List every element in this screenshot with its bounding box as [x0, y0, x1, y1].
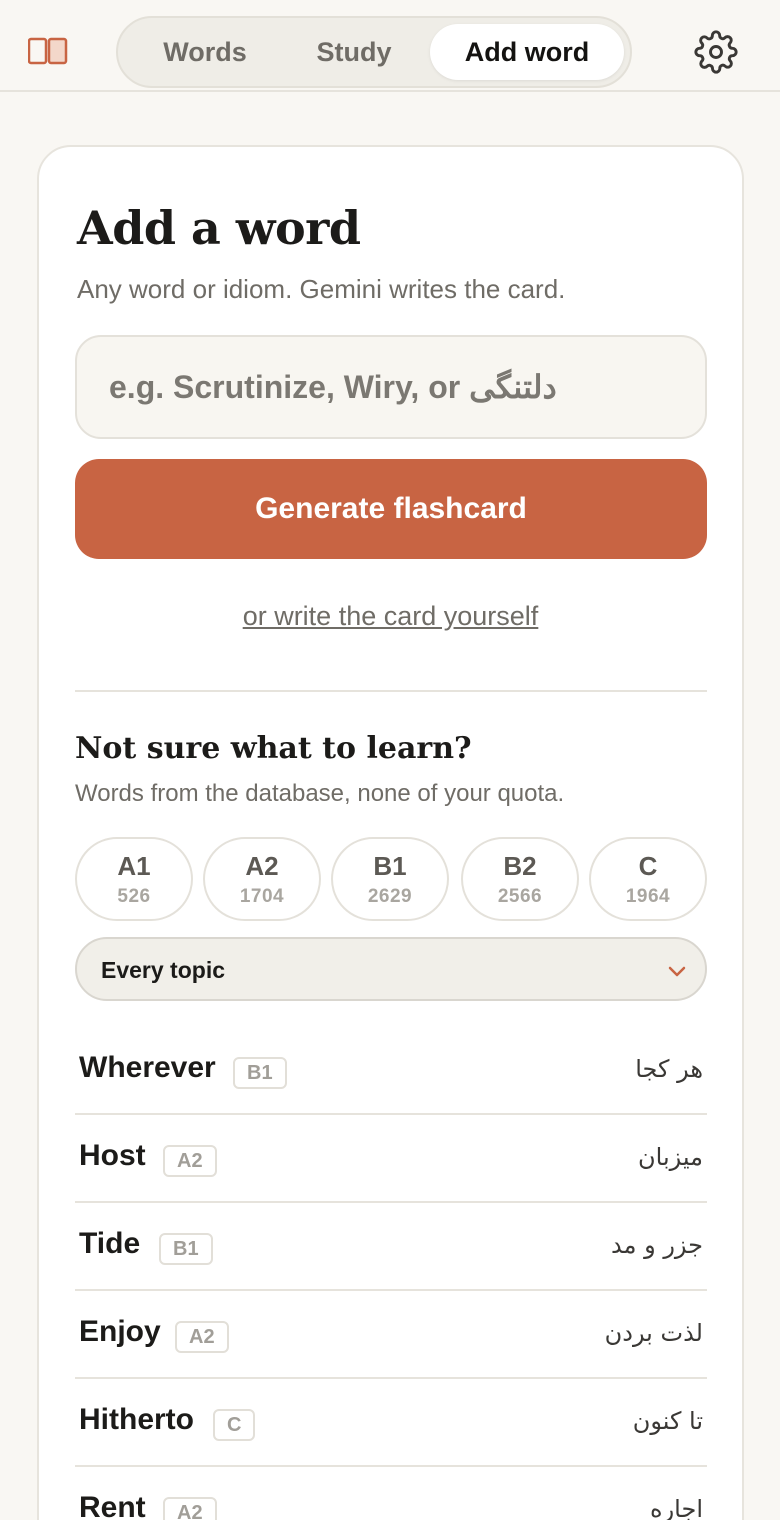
level-count: 526	[117, 886, 151, 907]
level-chip-b2[interactable]: B2 2566	[461, 837, 579, 921]
level-count: 1704	[239, 886, 285, 907]
word-translation: میزبان	[638, 1143, 703, 1171]
page-title: Add a word	[77, 201, 361, 255]
level-badge: A2	[175, 1321, 229, 1353]
level-badge: B1	[233, 1057, 287, 1089]
list-item[interactable]: Wherever B1 هر کجا	[75, 1027, 707, 1115]
level-badge: A2	[163, 1497, 217, 1520]
word-translation: اجاره	[650, 1495, 703, 1520]
level-chip-a1[interactable]: A1 526	[75, 837, 193, 921]
level-count: 2629	[367, 886, 413, 907]
topic-select-value: Every topic	[101, 957, 225, 983]
divider	[75, 690, 707, 692]
word-translation: لذت بردن	[604, 1319, 703, 1347]
word-text: Wherever	[79, 1051, 216, 1084]
suggested-word-list: Wherever B1 هر کجا Host A2 میزبان Tide B…	[75, 1027, 707, 1520]
level-badge: A2	[163, 1145, 217, 1177]
level-filter: A1 526 A2 1704 B1 2629 B2 2566 C 1964	[75, 837, 707, 921]
list-item[interactable]: Host A2 میزبان	[75, 1115, 707, 1203]
list-item[interactable]: Rent A2 اجاره	[75, 1467, 707, 1520]
level-chip-a2[interactable]: A2 1704	[203, 837, 321, 921]
tab-words[interactable]: Words	[130, 24, 280, 80]
write-manually-link[interactable]: or write the card yourself	[39, 601, 742, 632]
word-translation: هر کجا	[635, 1055, 703, 1083]
level-code: B2	[503, 851, 537, 881]
word-text: Rent	[79, 1491, 146, 1520]
list-item[interactable]: Hitherto C تا کنون	[75, 1379, 707, 1467]
word-translation: تا کنون	[632, 1407, 703, 1435]
top-bar: Words Study Add word	[0, 0, 780, 92]
word-text: Host	[79, 1139, 146, 1172]
level-code: C	[638, 851, 658, 881]
level-code: A1	[117, 851, 151, 881]
word-input[interactable]	[75, 335, 707, 439]
tab-study[interactable]: Study	[284, 24, 424, 80]
list-item[interactable]: Tide B1 جزر و مد	[75, 1203, 707, 1291]
book-icon[interactable]	[28, 36, 68, 66]
add-word-card: Add a word Any word or idiom. Gemini wri…	[37, 145, 744, 1520]
level-badge: C	[213, 1409, 256, 1441]
suggestions-title: Not sure what to learn?	[75, 731, 472, 766]
word-translation: جزر و مد	[611, 1231, 703, 1259]
level-code: B1	[373, 851, 407, 881]
list-item[interactable]: Enjoy A2 لذت بردن	[75, 1291, 707, 1379]
level-count: 1964	[625, 886, 671, 907]
chevron-down-icon	[668, 966, 686, 977]
level-badge: B1	[159, 1233, 213, 1265]
topic-select[interactable]: Every topic	[75, 937, 707, 1001]
page-subtitle: Any word or idiom. Gemini writes the car…	[77, 274, 566, 304]
tab-add-word[interactable]: Add word	[430, 24, 624, 80]
level-chip-b1[interactable]: B1 2629	[331, 837, 449, 921]
view-switcher: Words Study Add word	[116, 16, 632, 88]
word-text: Enjoy	[79, 1315, 161, 1348]
gear-icon[interactable]	[694, 30, 738, 74]
level-count: 2566	[497, 886, 543, 907]
suggestions-subtitle: Words from the database, none of your qu…	[75, 780, 565, 807]
level-code: A2	[245, 851, 279, 881]
word-text: Tide	[79, 1227, 141, 1260]
level-chip-c[interactable]: C 1964	[589, 837, 707, 921]
word-text: Hitherto	[79, 1403, 194, 1436]
generate-flashcard-button[interactable]: Generate flashcard	[75, 459, 707, 559]
